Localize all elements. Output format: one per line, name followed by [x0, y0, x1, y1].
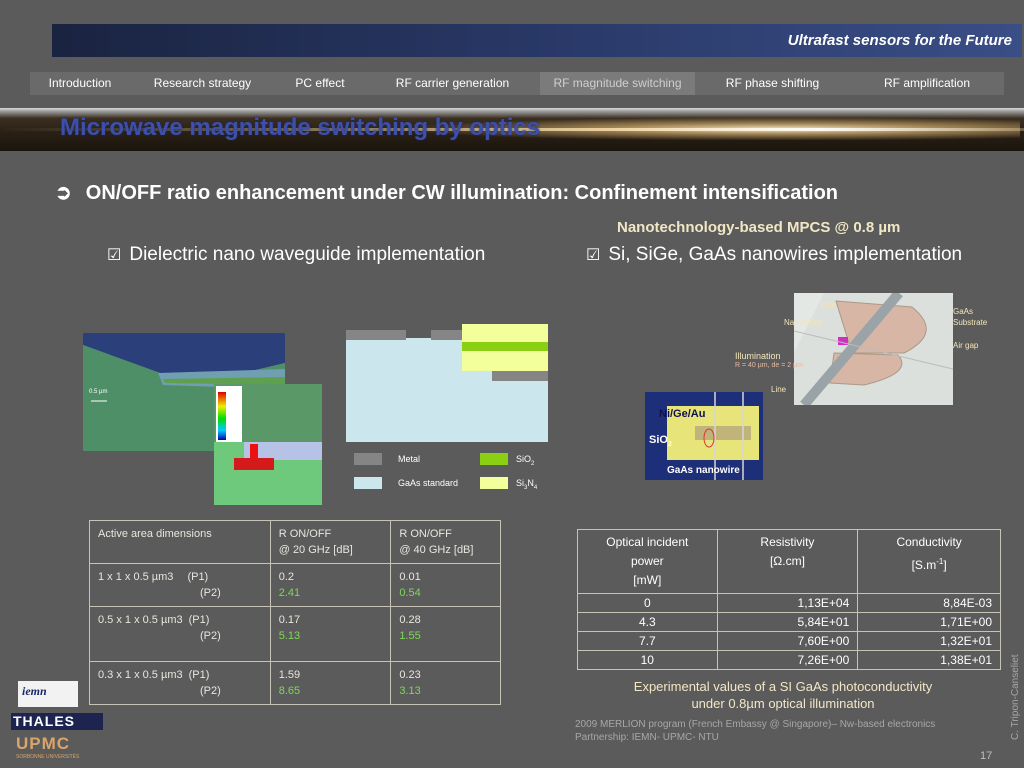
table-header-cell: Conductivity [S.m-1]	[857, 529, 1001, 594]
legend-metal-swatch	[354, 453, 382, 465]
table-header-row: Optical incident power [mW] Resistivity [Ω.…	[577, 529, 1001, 594]
nav-introduction[interactable]: Introduction	[30, 72, 130, 95]
table-cell: 7,60E+00	[716, 631, 859, 651]
table-cell: 1 x 1 x 0.5 µm3 (P1) (P2)	[89, 563, 271, 607]
heading-text: ON/OFF ratio enhancement under CW illumi…	[85, 182, 839, 204]
iemn-logo: iemn	[18, 681, 78, 707]
table-header-cell: Active area dimensions	[89, 520, 271, 564]
bullet-right-text: Si, SiGe, GaAs nanowires implementation	[608, 244, 963, 265]
table-cell: 8,84E-03	[857, 593, 1001, 613]
checkbox-icon: ☑	[107, 247, 122, 264]
table-cell: 5,84E+01	[716, 612, 859, 632]
arrow-bullet-icon: ➲	[55, 182, 72, 204]
table-row: 0.5 x 1 x 0.5 µm3 (P1) (P2) 0.17 5.13 0.28 1…	[89, 606, 501, 662]
table-header-cell: Resistivity [Ω.cm]	[716, 529, 859, 594]
legend-sio2-swatch	[480, 453, 508, 465]
thales-logo: THALES	[11, 713, 103, 730]
field-distribution-image	[214, 384, 322, 505]
nav-rf-carrier-generation[interactable]: RF carrier generation	[365, 72, 540, 95]
slide-title: Microwave magnitude switching by optics	[60, 114, 541, 141]
table-cell: 10	[577, 650, 718, 670]
label-ni-ge-au: Ni/Ge/Au	[659, 408, 706, 420]
table-header-cell: R ON/OFF @ 20 GHz [dB]	[269, 520, 392, 564]
table-cell: 7,26E+00	[716, 650, 859, 670]
table-cell: 0.2 2.41	[269, 563, 392, 607]
label-illumination: Illumination	[735, 351, 781, 361]
cross-section-svg	[346, 324, 548, 442]
table-cell: 1,13E+04	[716, 593, 859, 613]
table-header-row: Active area dimensions R ON/OFF @ 20 GHz …	[89, 520, 501, 564]
bullet-left-text: Dielectric nano waveguide implementation	[129, 244, 486, 265]
nanowire-device-svg	[794, 293, 953, 405]
nav-pc-effect[interactable]: PC effect	[275, 72, 365, 95]
header-bar: Ultrafast sensors for the Future	[52, 24, 1022, 57]
label-nanowire: Nano-Wire	[784, 318, 823, 327]
legend-sio2: SiO2	[516, 454, 535, 467]
table-cell: 0.28 1.55	[390, 606, 501, 662]
gaas-nanowire-photo: Ni/Ge/Au SiO2 GaAs nanowire	[645, 392, 763, 480]
nav-research-strategy[interactable]: Research strategy	[130, 72, 275, 95]
nav-rf-magnitude-switching[interactable]: RF magnitude switching	[540, 72, 695, 95]
table-cell: 0.3 x 1 x 0.5 µm3 (P1) (P2)	[89, 661, 271, 705]
header-title: Ultrafast sensors for the Future	[787, 32, 1012, 49]
table-row: 7.7 7,60E+00 1,32E+01	[577, 631, 1001, 651]
table-cell: 1.59 8.65	[269, 661, 392, 705]
label-line-bottom: Line	[771, 385, 787, 394]
table-row: 4.3 5,84E+01 1,71E+00	[577, 612, 1001, 632]
page-number: 17	[980, 750, 993, 762]
legend-si3n4: Si3N4	[516, 478, 538, 491]
table-cell: 0.23 3.13	[390, 661, 501, 705]
table-cell: 1,38E+01	[857, 650, 1001, 670]
upmc-logo: UPMC SORBONNE UNIVERSITÉS	[16, 734, 80, 760]
checkbox-icon: ☑	[586, 247, 601, 264]
nav-bar: Introduction Research strategy PC effect…	[30, 72, 1004, 95]
table-cell: 0.5 x 1 x 0.5 µm3 (P1) (P2)	[89, 606, 271, 662]
table-cell: 0	[577, 593, 718, 613]
photoconductivity-table: Optical incident power [mW] Resistivity [Ω.…	[577, 529, 1001, 670]
label-substrate: Substrate	[953, 318, 988, 327]
table-cell: 0.17 5.13	[269, 606, 392, 662]
table-header-cell: Optical incident power [mW]	[577, 529, 718, 594]
table-cell: 0.01 0.54	[390, 563, 501, 607]
credit-text: 2009 MERLION program (French Embassy @ S…	[575, 719, 936, 743]
cross-section-diagram	[346, 324, 548, 442]
table-row: 0.3 x 1 x 0.5 µm3 (P1) (P2) 1.59 8.65 0.23 3…	[89, 661, 501, 705]
author-credit: C. Tripon-Canseliet	[1010, 654, 1021, 740]
nav-rf-phase-shifting[interactable]: RF phase shifting	[695, 72, 850, 95]
legend-gaas: GaAs standard	[398, 478, 459, 488]
table-caption: Experimental values of a SI GaAs photoco…	[633, 679, 933, 711]
bullet-nanowires: ☑ Si, SiGe, GaAs nanowires implementation	[586, 244, 962, 266]
nanowire-device-image	[794, 293, 953, 405]
field-svg	[214, 384, 322, 470]
legend-gaas-swatch	[354, 477, 382, 489]
bullet-dielectric-waveguide: ☑ Dielectric nano waveguide implementatio…	[107, 244, 485, 266]
nav-rf-amplification[interactable]: RF amplification	[850, 72, 1004, 95]
label-line-top: Line	[821, 300, 837, 309]
table-cell: 4.3	[577, 612, 718, 632]
scale-label: 0.5 µm	[89, 389, 108, 395]
table-cell: 1,71E+00	[857, 612, 1001, 632]
table-row: 1 x 1 x 0.5 µm3 (P1) (P2) 0.2 2.41 0.01 0.54	[89, 563, 501, 607]
table-row: 0 1,13E+04 8,84E-03	[577, 593, 1001, 613]
legend-metal: Metal	[398, 454, 421, 464]
table-cell: 1,32E+01	[857, 631, 1001, 651]
label-gaas: GaAs	[953, 307, 974, 316]
on-off-ratio-table: Active area dimensions R ON/OFF @ 20 GHz …	[89, 520, 501, 705]
table-row: 10 7,26E+00 1,38E+01	[577, 650, 1001, 670]
nanotech-title: Nanotechnology-based MPCS @ 0.8 µm	[617, 219, 901, 236]
label-gaas-nanowire: GaAs nanowire	[667, 465, 740, 476]
label-illum-detail: R = 40 µm, de = 2 µm	[735, 362, 803, 369]
table-cell: 7.7	[577, 631, 718, 651]
label-sio2: SiO2	[649, 434, 672, 449]
legend-si3n4-swatch	[480, 477, 508, 489]
section-heading: ➲ ON/OFF ratio enhancement under CW illum…	[55, 180, 838, 205]
table-header-cell: R ON/OFF @ 40 GHz [dB]	[390, 520, 501, 564]
label-airgap: Air gap	[953, 341, 979, 350]
